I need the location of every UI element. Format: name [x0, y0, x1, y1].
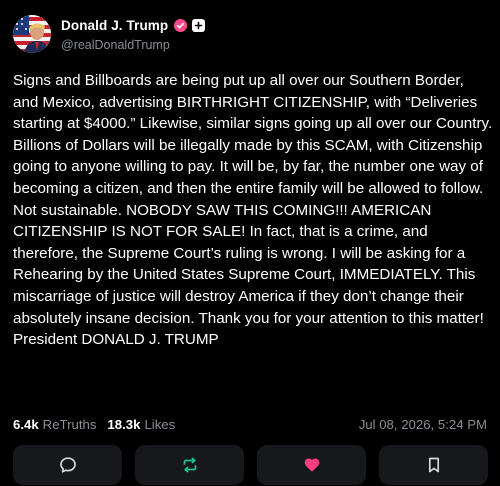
plus-badge-icon — [192, 19, 206, 32]
verified-badge-icon — [174, 19, 188, 32]
retruth-arrows-icon — [183, 457, 196, 473]
post-header: Donald J. Trump @realDonaldTrump — [13, 14, 206, 54]
like-button[interactable] — [257, 445, 366, 485]
display-name[interactable]: Donald J. Trump — [61, 18, 168, 33]
post-stats: 6.4k ReTruths 18.3k Likes Jul 08, 2026, … — [13, 414, 487, 434]
bookmark-button[interactable] — [379, 445, 488, 485]
author-names: Donald J. Trump @realDonaldTrump — [61, 17, 206, 52]
name-row: Donald J. Trump — [61, 17, 206, 35]
bookmark-icon — [428, 457, 439, 473]
retruths-count: 6.4k — [13, 416, 39, 432]
retruths-label: ReTruths — [42, 416, 97, 432]
likes-count: 18.3k — [107, 416, 141, 432]
heart-icon — [304, 458, 319, 472]
reply-button[interactable] — [13, 445, 122, 485]
retruths-stat[interactable]: 6.4k ReTruths — [13, 417, 96, 432]
likes-label: Likes — [144, 416, 176, 432]
reply-bubble-icon — [59, 457, 76, 473]
author-handle[interactable]: @realDonaldTrump — [61, 38, 205, 52]
likes-stat[interactable]: 18.3k Likes — [107, 417, 175, 432]
truth-post: Donald J. Trump @realDonaldTrump Signs a… — [0, 0, 500, 486]
post-timestamp: Jul 08, 2026, 5:24 PM — [358, 416, 487, 432]
action-bar — [13, 445, 488, 485]
avatar[interactable] — [13, 15, 51, 53]
retruth-button[interactable] — [135, 445, 244, 485]
post-text: Signs and Billboards are being put up al… — [13, 72, 493, 349]
avatar-image — [13, 15, 51, 53]
